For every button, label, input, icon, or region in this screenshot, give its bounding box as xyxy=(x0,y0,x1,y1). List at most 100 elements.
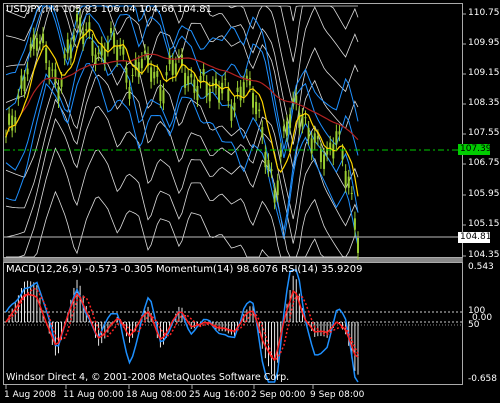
candle-body xyxy=(82,31,85,45)
price-label: 105.95 xyxy=(468,189,500,199)
candle-body xyxy=(258,109,261,112)
candle-body xyxy=(252,92,255,108)
candle-body xyxy=(51,69,54,71)
candle-body xyxy=(91,40,94,56)
indicator-label: -0.658 xyxy=(468,374,498,384)
candle-body xyxy=(168,55,171,65)
candle-body xyxy=(26,68,29,75)
candle-body xyxy=(301,114,304,127)
candle-body xyxy=(97,52,100,55)
candle-body xyxy=(233,102,236,111)
candle-body xyxy=(273,190,276,203)
price-label: 109.95 xyxy=(468,38,500,48)
candle-body xyxy=(236,87,239,92)
candle-body xyxy=(190,73,193,78)
candle-body xyxy=(66,39,69,54)
candle-body xyxy=(196,85,199,101)
time-label: 2 Sep 00:00 xyxy=(251,390,306,400)
candle-body xyxy=(11,115,14,131)
candle-body xyxy=(341,150,344,160)
candle-body xyxy=(165,72,168,76)
panel-splitter[interactable] xyxy=(3,258,463,262)
candle-body xyxy=(218,87,221,103)
candle-body xyxy=(143,50,146,54)
candle-body xyxy=(125,67,128,83)
candle-body xyxy=(150,67,153,82)
candle-body xyxy=(242,82,245,97)
candle-body xyxy=(316,136,319,139)
candle-body xyxy=(335,131,338,145)
candle-body xyxy=(310,138,313,154)
price-label: 108.35 xyxy=(468,98,500,108)
current-price-tag: 104.81 xyxy=(458,232,492,243)
candle-body xyxy=(106,42,109,50)
candle-body xyxy=(329,142,332,149)
candle-body xyxy=(85,29,88,31)
candle-body xyxy=(42,33,45,44)
candle-body xyxy=(17,95,20,100)
candle-body xyxy=(279,149,282,157)
candle-body xyxy=(153,71,156,79)
candle-body xyxy=(289,114,292,128)
candle-body xyxy=(344,170,347,186)
candle-body xyxy=(128,87,131,99)
candle-body xyxy=(109,28,112,34)
time-label: 18 Aug 08:00 xyxy=(126,390,187,400)
level-price-tag: 107.39 xyxy=(458,144,492,155)
candle-body xyxy=(187,76,190,85)
candle-body xyxy=(282,126,285,132)
candle-body xyxy=(29,44,32,51)
candle-body xyxy=(72,35,75,41)
candle-body xyxy=(177,56,180,58)
candle-body xyxy=(54,69,57,82)
candle-body xyxy=(45,48,48,64)
candle-body xyxy=(264,152,267,168)
price-label: 107.55 xyxy=(468,128,500,138)
candle-body xyxy=(276,180,279,196)
candle-body xyxy=(267,160,270,170)
candle-body xyxy=(69,44,72,59)
candle-body xyxy=(350,192,353,194)
chart-canvas[interactable] xyxy=(0,0,500,403)
candle-body xyxy=(307,127,310,139)
candle-body xyxy=(239,86,242,101)
candle-body xyxy=(230,106,233,121)
symbol-header: USDJPY,H4 105.83 106.04 104.66 104.81 xyxy=(6,4,212,15)
time-label: 9 Sep 08:00 xyxy=(310,390,365,400)
candle-body xyxy=(261,127,264,138)
candle-body xyxy=(32,34,35,49)
indicator-header: MACD(12,26,9) -0.573 -0.305 Momentum(14)… xyxy=(6,264,363,275)
candle-body xyxy=(159,86,162,102)
candle-body xyxy=(23,76,26,92)
candle-body xyxy=(20,75,23,89)
candle-body xyxy=(347,176,350,188)
candle-body xyxy=(60,78,63,87)
candle-body xyxy=(304,117,307,119)
candle-body xyxy=(313,133,316,143)
candle-body xyxy=(326,148,329,155)
candle-body xyxy=(298,112,301,128)
candle-body xyxy=(122,46,125,55)
candle-body xyxy=(227,89,230,101)
candle-body xyxy=(79,17,82,33)
price-label: 104.35 xyxy=(468,250,500,260)
price-label: 110.75 xyxy=(468,8,500,18)
candle-body xyxy=(103,49,106,65)
indicator-label: 0.543 xyxy=(468,262,494,272)
candle-body xyxy=(94,54,97,65)
candle-body xyxy=(113,33,116,47)
candle-body xyxy=(248,77,251,86)
candle-body xyxy=(199,75,202,82)
candle-body xyxy=(48,67,51,78)
price-label: 106.75 xyxy=(468,158,500,168)
candle-body xyxy=(63,54,66,59)
candle-body xyxy=(224,78,227,80)
time-label: 1 Aug 2008 xyxy=(4,390,56,400)
candle-body xyxy=(162,90,165,104)
candle-body xyxy=(285,121,288,136)
candle-body xyxy=(140,58,143,69)
price-label: 109.15 xyxy=(468,68,500,78)
time-label: 25 Aug 16:00 xyxy=(189,390,250,400)
candle-body xyxy=(357,238,359,253)
candle-body xyxy=(116,46,119,61)
